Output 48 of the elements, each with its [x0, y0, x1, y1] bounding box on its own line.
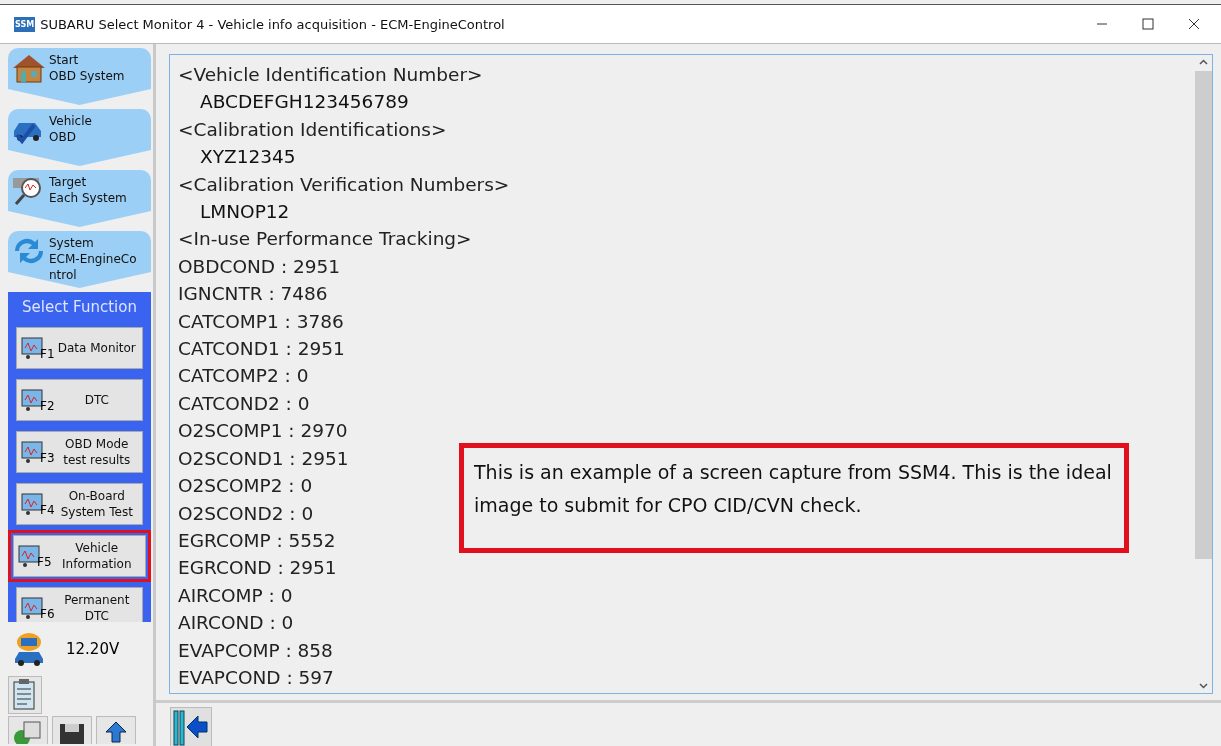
function-button[interactable]: F4 On-Board System Test [16, 483, 143, 525]
counter-text: AIRCOND : 0 [178, 611, 294, 636]
counter-text: O2SCOND2 : 0 [178, 501, 314, 526]
counter-text: O2SCOMP2 : 0 [178, 474, 313, 499]
save-icon[interactable] [52, 716, 92, 744]
counter-text: EVAPCOMP : 858 [178, 638, 333, 663]
voltage-reading: 12.20V [66, 640, 120, 658]
counter-text: EGRCOMP : 5552 [178, 528, 336, 553]
function-button[interactable]: F5 Vehicle Information [13, 535, 146, 577]
counter-text: OBDCOND : 2951 [178, 254, 341, 279]
clipboard-icon[interactable] [8, 676, 42, 714]
function-button[interactable]: F3 OBD Mode test results [16, 431, 143, 473]
counter-text: CATCOND2 : 0 [178, 391, 310, 416]
nav-icon [11, 52, 47, 84]
value-text: XYZ12345 [199, 145, 296, 170]
counter-text: AIRCOMP : 0 [178, 583, 293, 608]
function-button[interactable]: F2 DTC [16, 379, 143, 421]
nav-label: Target Each System [49, 174, 127, 206]
upload-icon[interactable] [96, 716, 136, 744]
app-icon: SSM [14, 16, 36, 32]
nav-button[interactable]: Start OBD System [8, 48, 151, 105]
section-heading: <Vehicle Identification Number> [178, 63, 483, 87]
nav-label: System ECM-EngineCo ntrol [49, 235, 137, 283]
nav-button[interactable]: System ECM-EngineCo ntrol [8, 231, 151, 288]
counter-text: EVAPCOND : 597 [178, 665, 334, 690]
section-heading: <Calibration Verification Numbers> [178, 172, 510, 197]
value-text: LMNOP12 [199, 200, 290, 225]
counter-text: EGRCOND : 2951 [178, 556, 337, 581]
counter-text: CATCOMP2 : 0 [178, 364, 309, 389]
value-text: ABCDEFGH123456789 [199, 90, 409, 115]
counter-text: IGNCNTR : 7486 [178, 282, 328, 307]
section-title: Select Function [21, 298, 138, 316]
nav-label: Start OBD System [49, 52, 125, 84]
back-to-start-button[interactable] [170, 707, 212, 746]
section-heading: <Calibration Identifications> [178, 117, 447, 142]
section-heading: <In-use Performance Tracking> [178, 227, 472, 252]
battery-car-icon [12, 631, 46, 667]
counter-text: O2SCOND1 : 2951 [178, 446, 349, 471]
nav-button[interactable]: Vehicle OBD [8, 109, 151, 166]
function-button[interactable]: F6 Permanent DTC [16, 587, 143, 622]
window-title: SUBARU Select Monitor 4 - Vehicle info acquisition - ECM-EngineControl [40, 16, 505, 32]
function-button[interactable]: F1 Data Monitor [16, 327, 143, 369]
callout-note: This is an example of a screen capture from SSM4. This is the ideal image to submit for CPO CID/CVN check. [459, 443, 1129, 553]
counter-text: O2SCOMP1 : 2970 [178, 419, 348, 444]
nav-button[interactable]: Target Each System [8, 170, 151, 227]
nav-label: Vehicle OBD [49, 113, 92, 145]
counter-text: CATCOND1 : 2951 [178, 337, 345, 362]
counter-text: CATCOMP1 : 3786 [178, 309, 344, 334]
